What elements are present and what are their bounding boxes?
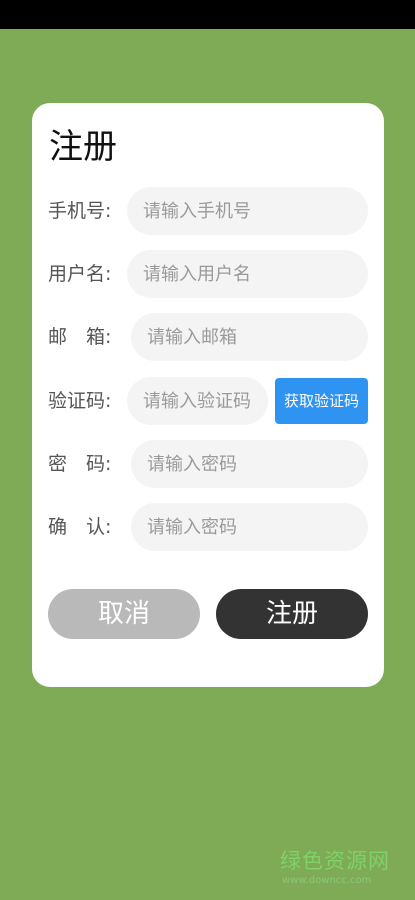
confirm-label: 确 认:	[48, 516, 112, 538]
verify-code-input[interactable]	[127, 377, 268, 425]
phone-row: 手机号:	[32, 187, 384, 235]
username-label: 用户名:	[48, 263, 112, 285]
register-card: 注册 手机号: 用户名: 邮 箱: 验证码: 获取验证码 密 码: 确 认: 取…	[32, 103, 384, 687]
phone-label: 手机号:	[48, 200, 112, 222]
watermark: 绿色资源网 www.downcc.com	[280, 845, 395, 886]
confirm-password-input[interactable]	[131, 503, 368, 551]
watermark-url: www.downcc.com	[282, 875, 372, 886]
verify-code-label: 验证码:	[48, 390, 112, 412]
get-code-button[interactable]: 获取验证码	[275, 378, 368, 424]
cancel-button[interactable]: 取消	[48, 589, 200, 639]
password-row: 密 码:	[32, 440, 384, 488]
password-label: 密 码:	[48, 453, 112, 475]
username-row: 用户名:	[32, 250, 384, 298]
page-title: 注册	[49, 127, 117, 167]
username-input[interactable]	[127, 250, 368, 298]
phone-input[interactable]	[127, 187, 368, 235]
register-button[interactable]: 注册	[216, 589, 368, 639]
email-row: 邮 箱:	[32, 313, 384, 361]
watermark-text: 绿色资源网	[280, 849, 390, 873]
email-input[interactable]	[131, 313, 368, 361]
confirm-row: 确 认:	[32, 503, 384, 551]
password-input[interactable]	[131, 440, 368, 488]
status-bar	[0, 0, 415, 29]
email-label: 邮 箱:	[48, 326, 112, 348]
verify-code-row: 验证码: 获取验证码	[32, 377, 384, 425]
